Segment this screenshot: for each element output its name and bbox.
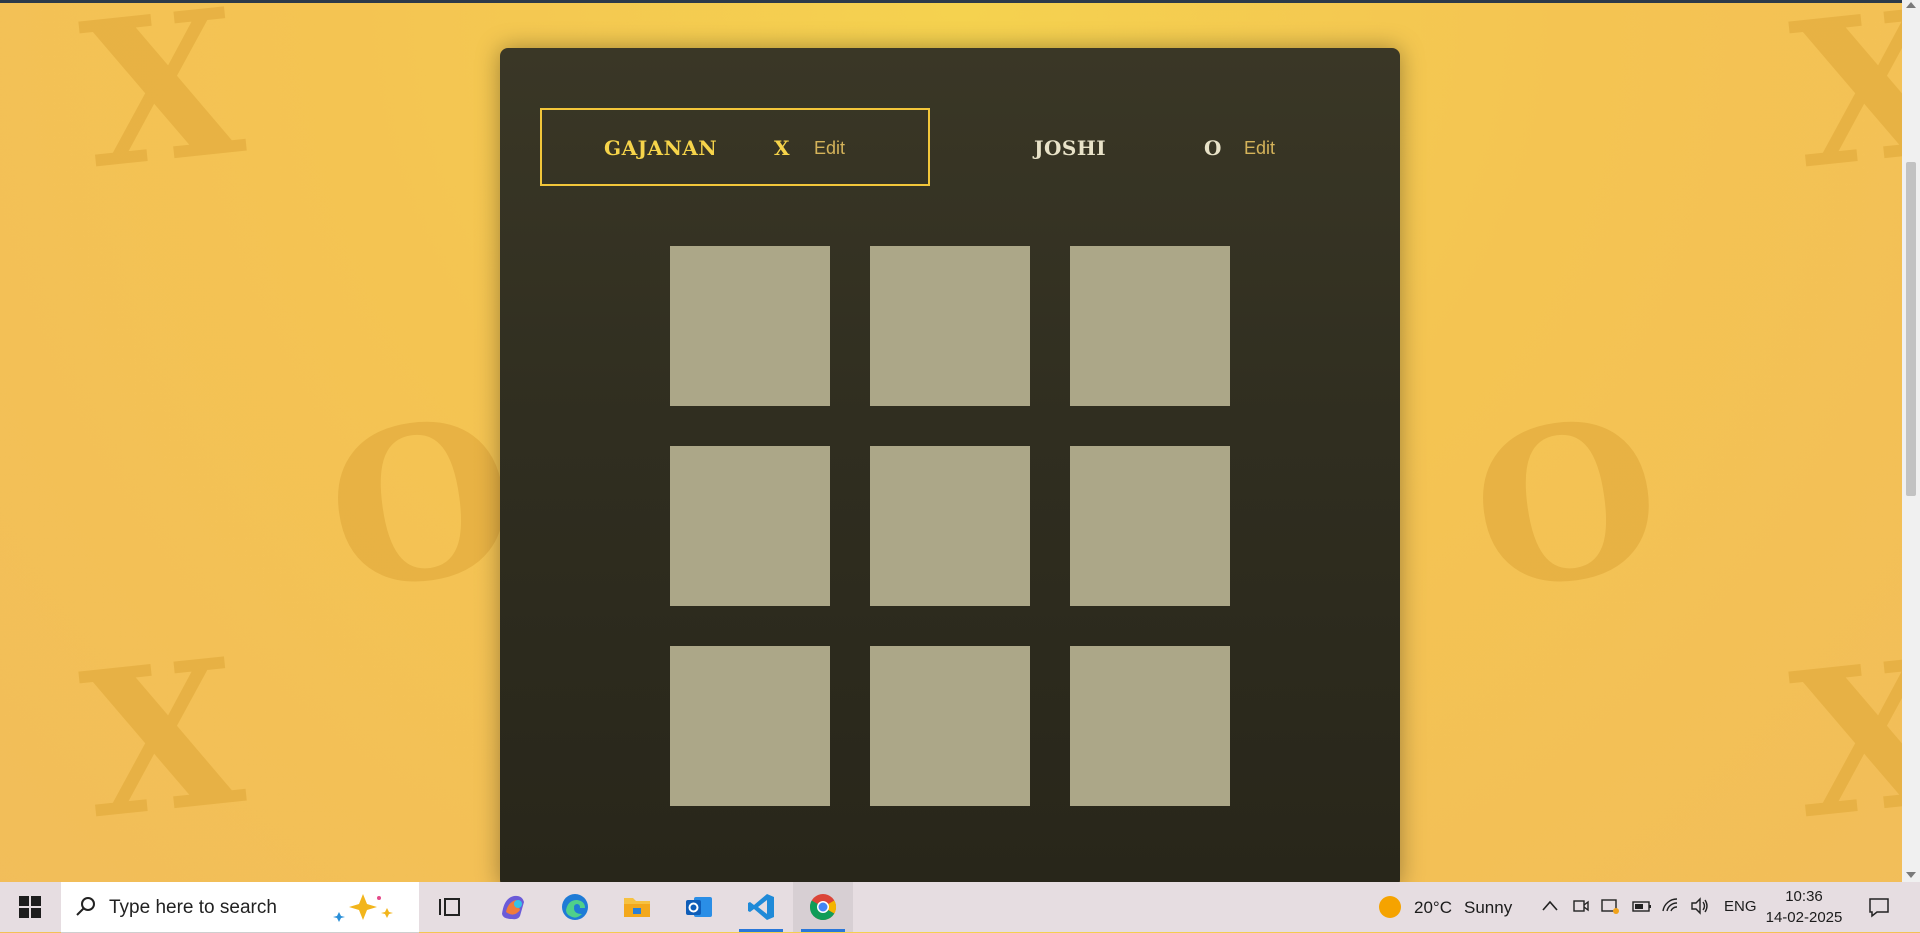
board-cell-r2-c2[interactable] — [870, 446, 1030, 606]
bg-x-top-left: X — [73, 0, 252, 215]
player-2-edit-button[interactable]: Edit — [1244, 138, 1275, 159]
game-container: GAJANAN X Edit JOSHI O Edit — [500, 48, 1400, 888]
volume-icon[interactable] — [1690, 897, 1710, 915]
board-cell-r1-c1[interactable] — [670, 246, 830, 406]
bg-o-mid-left: O — [313, 369, 530, 640]
chevron-up-icon[interactable] — [1542, 899, 1558, 913]
board-cell-r3-c3[interactable] — [1070, 646, 1230, 806]
sun-icon — [1379, 896, 1401, 918]
taskbar-copilot[interactable] — [483, 882, 543, 932]
taskbar-edge[interactable] — [545, 882, 605, 932]
taskbar-chrome[interactable] — [793, 882, 853, 932]
copilot-icon — [502, 895, 524, 920]
taskbar: Type here to search 20°C Sunny ENG 10:36… — [0, 882, 1920, 933]
player-2-card: JOSHI O Edit — [970, 108, 1360, 186]
clock-date: 14-02-2025 — [1765, 909, 1843, 926]
taskbar-search-box[interactable]: Type here to search — [61, 882, 419, 933]
player-2-symbol: O — [1204, 136, 1222, 160]
bg-x-top-right: X — [1783, 0, 1920, 215]
input-language[interactable]: ENG — [1724, 898, 1757, 915]
vscode-icon — [748, 894, 774, 920]
folder-icon — [624, 898, 650, 917]
player-1-edit-button[interactable]: Edit — [814, 138, 845, 159]
scroll-up-arrow-icon[interactable] — [1906, 2, 1916, 8]
weather-widget[interactable]: 20°C Sunny — [1374, 882, 1524, 932]
wifi-icon[interactable] — [1661, 897, 1681, 915]
player-1-symbol: X — [774, 136, 790, 160]
player-2-name: JOSHI — [1034, 136, 1107, 160]
bg-x-bottom-left: X — [73, 614, 252, 865]
outlook-icon — [686, 897, 712, 917]
scrollbar-thumb[interactable] — [1906, 162, 1916, 496]
task-view-button[interactable] — [420, 882, 480, 932]
windows-logo-icon — [19, 896, 41, 918]
player-1-name: GAJANAN — [604, 136, 718, 160]
weather-temperature: 20°C — [1414, 898, 1452, 917]
board-cell-r1-c3[interactable] — [1070, 246, 1230, 406]
window-top-edge — [0, 0, 1920, 3]
board-cell-r3-c2[interactable] — [870, 646, 1030, 806]
vertical-scrollbar[interactable] — [1902, 0, 1920, 882]
copilot-sparkle-icon[interactable] — [327, 890, 407, 924]
start-button[interactable] — [0, 882, 60, 932]
battery-icon[interactable] — [1630, 898, 1652, 914]
bg-o-mid-right: O — [1458, 369, 1675, 640]
taskbar-outlook[interactable] — [669, 882, 729, 932]
board-cell-r2-c3[interactable] — [1070, 446, 1230, 606]
meet-now-icon[interactable] — [1572, 897, 1590, 915]
search-placeholder: Type here to search — [109, 897, 277, 918]
edge-browser-icon — [562, 894, 588, 920]
board-cell-r2-c1[interactable] — [670, 446, 830, 606]
board-cell-r1-c2[interactable] — [870, 246, 1030, 406]
notifications-icon[interactable] — [1868, 896, 1890, 918]
weather-condition: Sunny — [1464, 898, 1513, 917]
chrome-icon — [809, 894, 837, 921]
task-view-icon — [439, 898, 460, 916]
bg-x-bottom-right: X — [1783, 614, 1920, 865]
players-list: GAJANAN X Edit JOSHI O Edit — [540, 108, 1360, 186]
system-clock[interactable]: 10:36 14-02-2025 — [1764, 886, 1844, 928]
search-icon — [76, 897, 95, 916]
game-board — [670, 246, 1230, 806]
player-1-card-active: GAJANAN X Edit — [540, 108, 930, 186]
scroll-down-arrow-icon[interactable] — [1906, 872, 1916, 878]
taskbar-vscode[interactable] — [731, 882, 791, 932]
board-cell-r3-c1[interactable] — [670, 646, 830, 806]
device-manager-icon[interactable] — [1600, 897, 1620, 915]
clock-time: 10:36 — [1785, 888, 1823, 905]
taskbar-file-explorer[interactable] — [607, 882, 667, 932]
